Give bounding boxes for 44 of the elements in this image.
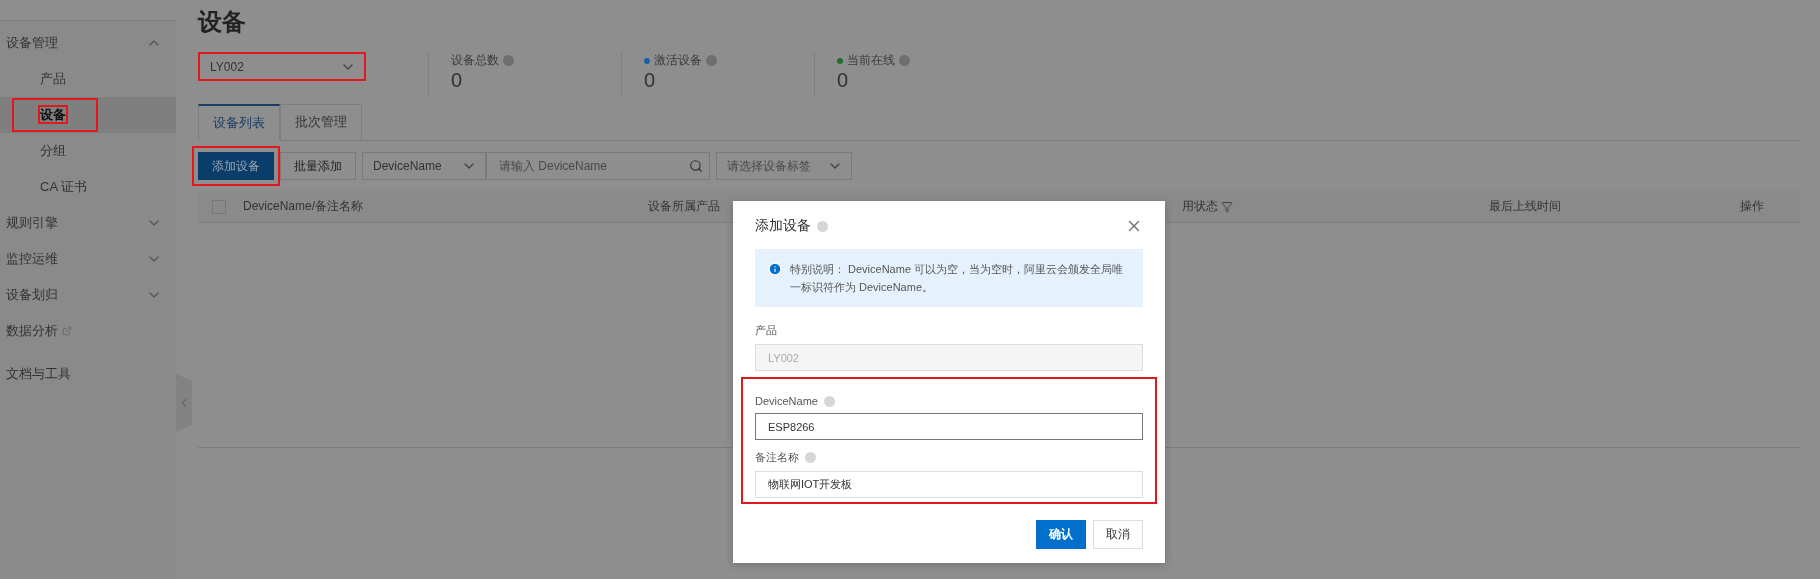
field-label: 产品	[755, 323, 778, 338]
sidebar-item[interactable]: 设备划归	[0, 277, 176, 313]
confirm-button[interactable]: 确认	[1036, 520, 1086, 549]
field-label: DeviceName	[755, 395, 1143, 407]
highlight-frame: 设备	[12, 98, 98, 132]
sidebar-item[interactable]: 数据分析	[0, 313, 176, 349]
sidebar-subitem[interactable]: 产品	[0, 61, 176, 97]
info-icon	[768, 262, 782, 276]
search-icon[interactable]	[689, 159, 703, 173]
sidebar-subitem[interactable]: 分组	[0, 133, 176, 169]
cancel-button[interactable]: 取消	[1093, 520, 1143, 549]
column-header: 用状态	[1182, 198, 1233, 215]
sidebar-item[interactable]: 文档与工具	[0, 349, 176, 399]
stat-label: 设备总数	[451, 52, 621, 69]
stat-value: 0	[837, 69, 850, 92]
batch-add-button[interactable]: 批量添加	[280, 152, 356, 180]
filter-icon[interactable]	[1221, 200, 1233, 213]
column-header: DeviceName/备注名称	[212, 198, 364, 215]
page-title: 设备	[198, 7, 247, 37]
sidebar-subitem[interactable]: 设备	[0, 97, 176, 133]
stat-value: 0	[451, 69, 464, 92]
column-header: 设备所属产品	[648, 198, 720, 215]
stat-value: 0	[644, 69, 657, 92]
column-header: 最后上线时间	[1489, 198, 1561, 215]
tag-select[interactable]: 请选择设备标签	[716, 152, 852, 180]
sidebar-subitem[interactable]: CA 证书	[0, 169, 176, 205]
tab[interactable]: 批次管理	[280, 104, 362, 141]
stat-label: 当前在线	[837, 52, 1007, 69]
stat-label: 激活设备	[644, 52, 814, 69]
text-field[interactable]: 物联网IOT开发板	[755, 471, 1143, 498]
field-select[interactable]: DeviceName	[362, 152, 486, 180]
column-header: 操作	[1740, 198, 1764, 215]
field-label: 备注名称	[755, 450, 1143, 465]
sidebar-item[interactable]: 监控运维	[0, 241, 176, 277]
dialog-title: 添加设备	[755, 217, 828, 235]
text-field[interactable]: ESP8266	[755, 413, 1143, 440]
search-field[interactable]: 请输入 DeviceName	[486, 152, 710, 180]
sidebar-item[interactable]: 设备管理	[0, 25, 176, 61]
sidebar-item[interactable]: 规则引擎	[0, 205, 176, 241]
tab[interactable]: 设备列表	[198, 104, 280, 141]
external-link-icon	[62, 326, 72, 336]
collapse-handle[interactable]	[176, 374, 192, 432]
notice-text: 特别说明： DeviceName 可以为空，当为空时，阿里云会颁发全局唯一标识符作为 DeviceName。	[790, 262, 1125, 295]
product-select[interactable]: LY002	[198, 52, 366, 81]
